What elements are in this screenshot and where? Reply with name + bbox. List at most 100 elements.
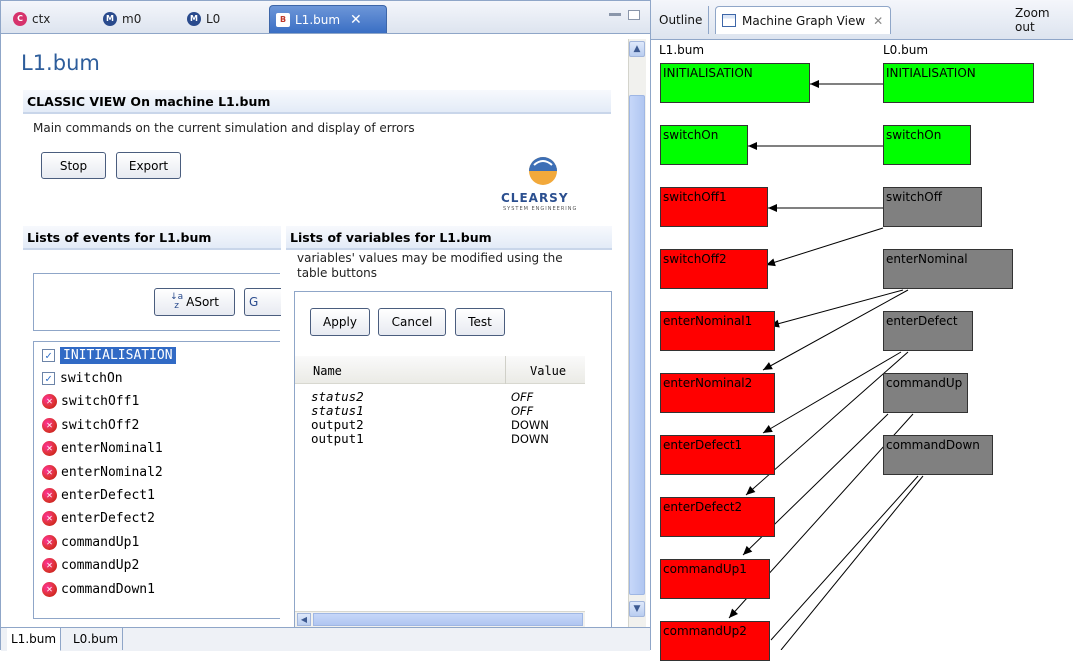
list-item[interactable]: ✕ commandUp2 <box>42 555 139 577</box>
scroll-left-icon[interactable]: ◀ <box>297 613 311 626</box>
tab-l0[interactable]: M L0 <box>181 5 226 33</box>
alpha-sort-button[interactable]: ↓a z ASort <box>154 288 235 316</box>
scroll-thumb[interactable] <box>313 613 583 626</box>
list-item-label: commandUp1 <box>61 534 140 550</box>
events-heading: Lists of events for L1.bum <box>23 226 281 250</box>
graph-node[interactable]: commandUp2 <box>660 621 770 661</box>
graph-view-pane: Outline Machine Graph View ✕ Zoom out L1… <box>651 0 1073 661</box>
graph-node[interactable]: INITIALISATION <box>883 63 1034 103</box>
events-toolbar: ↓a z ASort G <box>33 273 281 331</box>
error-icon: ✕ <box>42 534 57 550</box>
editor-tab-bar: C ctx M m0 M L0 B L1.bum ✕ <box>1 1 650 34</box>
variable-value[interactable]: OFF <box>511 404 533 418</box>
machine-icon: M <box>187 12 201 26</box>
stop-button[interactable]: Stop <box>41 152 106 179</box>
list-item-label: commandUp2 <box>61 558 140 574</box>
graph-node[interactable]: INITIALISATION <box>660 63 810 103</box>
variable-name: status2 <box>311 389 364 404</box>
classic-view-heading: CLASSIC VIEW On machine L1.bum <box>23 90 611 114</box>
checkbox-checked-icon[interactable]: ✓ <box>42 348 55 362</box>
error-icon: ✕ <box>42 464 57 480</box>
bottom-tab-l1[interactable]: L1.bum <box>7 628 62 651</box>
table-row[interactable]: output1 DOWN <box>311 431 571 447</box>
tab-l1-bum[interactable]: B L1.bum ✕ <box>269 5 387 33</box>
list-item[interactable]: ✕ commandUp1 <box>42 531 139 553</box>
graph-node[interactable]: commandUp1 <box>660 559 770 599</box>
graph-node[interactable]: switchOff1 <box>660 187 768 227</box>
bottom-tab-l0[interactable]: L0.bum <box>69 628 124 650</box>
variables-table-header: Name Value <box>295 356 585 384</box>
context-icon: C <box>13 12 27 26</box>
graph-node[interactable]: switchOn <box>660 125 748 165</box>
table-row[interactable]: status1 OFF <box>311 403 571 419</box>
sort-az-icon: ↓a z <box>170 292 184 311</box>
graph-node[interactable]: switchOn <box>883 125 971 165</box>
variable-value[interactable]: OFF <box>511 390 533 404</box>
editor-vscrollbar[interactable]: ▲ ▼ <box>628 39 646 627</box>
graph-node[interactable]: switchOff <box>883 187 982 227</box>
graph-node[interactable]: enterNominal <box>883 249 1013 289</box>
tab-m0[interactable]: M m0 <box>97 5 147 33</box>
test-button[interactable]: Test <box>455 308 505 336</box>
list-item-label: switchOff2 <box>61 417 140 433</box>
list-item[interactable]: ✕ commandDown1 <box>42 578 155 600</box>
list-item-label: switchOff1 <box>61 394 140 410</box>
minimize-icon[interactable] <box>609 13 621 16</box>
scroll-down-icon[interactable]: ▼ <box>629 601 645 617</box>
graph-node[interactable]: enterDefect1 <box>660 435 775 475</box>
list-item[interactable]: ✕ enterDefect2 <box>42 508 155 530</box>
logo-subtext: SYSTEM ENGINEERING <box>503 206 578 212</box>
bottom-tab-bar: L1.bum L0.bum <box>1 627 650 651</box>
graph-node[interactable]: switchOff2 <box>660 249 768 289</box>
graph-node[interactable]: enterDefect <box>883 311 973 351</box>
list-item[interactable]: ✓ switchOn <box>42 367 123 389</box>
maximize-icon[interactable] <box>628 10 640 20</box>
error-icon: ✕ <box>42 394 57 410</box>
graph-node[interactable]: enterNominal1 <box>660 311 775 351</box>
list-item-label: enterDefect2 <box>61 511 155 527</box>
column-divider[interactable] <box>505 356 506 384</box>
column-header-value[interactable]: Value <box>530 364 566 378</box>
list-item-label: enterNominal2 <box>61 464 163 480</box>
variables-description-line: table buttons <box>297 266 378 280</box>
column-header-name[interactable]: Name <box>313 364 342 378</box>
variable-value[interactable]: DOWN <box>511 432 549 446</box>
variables-hscrollbar[interactable]: ◀ <box>295 611 585 627</box>
list-item[interactable]: ✕ switchOff2 <box>42 414 139 436</box>
variable-value[interactable]: DOWN <box>511 418 549 432</box>
editor-pane: C ctx M m0 M L0 B L1.bum ✕ L1.bum CLASSI… <box>0 0 651 651</box>
list-item[interactable]: ✓ INITIALISATION <box>42 344 176 366</box>
graph-node[interactable]: enterDefect2 <box>660 497 775 537</box>
close-icon[interactable]: ✕ <box>350 12 362 28</box>
variables-panel: Apply Cancel Test Name Value status2 OFF s… <box>294 291 612 628</box>
tab-ctx[interactable]: C ctx <box>7 5 56 33</box>
tab-label: L0 <box>206 12 221 26</box>
apply-button[interactable]: Apply <box>310 308 370 336</box>
list-item[interactable]: ✕ enterNominal1 <box>42 438 163 460</box>
export-button[interactable]: Export <box>116 152 181 179</box>
graph-node[interactable]: commandUp <box>883 373 968 413</box>
error-icon: ✕ <box>42 511 57 527</box>
sort-secondary-button[interactable]: G <box>244 288 281 316</box>
bum-file-icon: B <box>276 12 290 27</box>
error-icon: ✕ <box>42 441 57 457</box>
logo-text: CLEARSY <box>501 191 569 205</box>
variable-name: status1 <box>311 403 364 418</box>
list-item[interactable]: ✕ enterNominal2 <box>42 461 163 483</box>
graph-nodes: INITIALISATION switchOn switchOff1 switchOf… <box>651 0 1073 661</box>
graph-node[interactable]: enterNominal2 <box>660 373 775 413</box>
scroll-thumb[interactable] <box>629 95 645 595</box>
list-item[interactable]: ✕ enterDefect1 <box>42 484 155 506</box>
table-row[interactable]: output2 DOWN <box>311 418 571 433</box>
variable-name: output1 <box>311 431 364 446</box>
graph-node[interactable]: commandDown <box>883 435 993 475</box>
error-icon: ✕ <box>42 487 57 503</box>
events-heading-text: Lists of events for L1.bum <box>27 229 212 245</box>
table-row[interactable]: status2 OFF <box>311 389 571 405</box>
checkbox-checked-icon[interactable]: ✓ <box>42 371 55 385</box>
tab-label: m0 <box>122 12 142 26</box>
list-item[interactable]: ✕ switchOff1 <box>42 391 139 413</box>
cancel-button[interactable]: Cancel <box>378 308 446 336</box>
scroll-up-icon[interactable]: ▲ <box>629 41 645 57</box>
tab-label: L1.bum <box>295 12 341 27</box>
